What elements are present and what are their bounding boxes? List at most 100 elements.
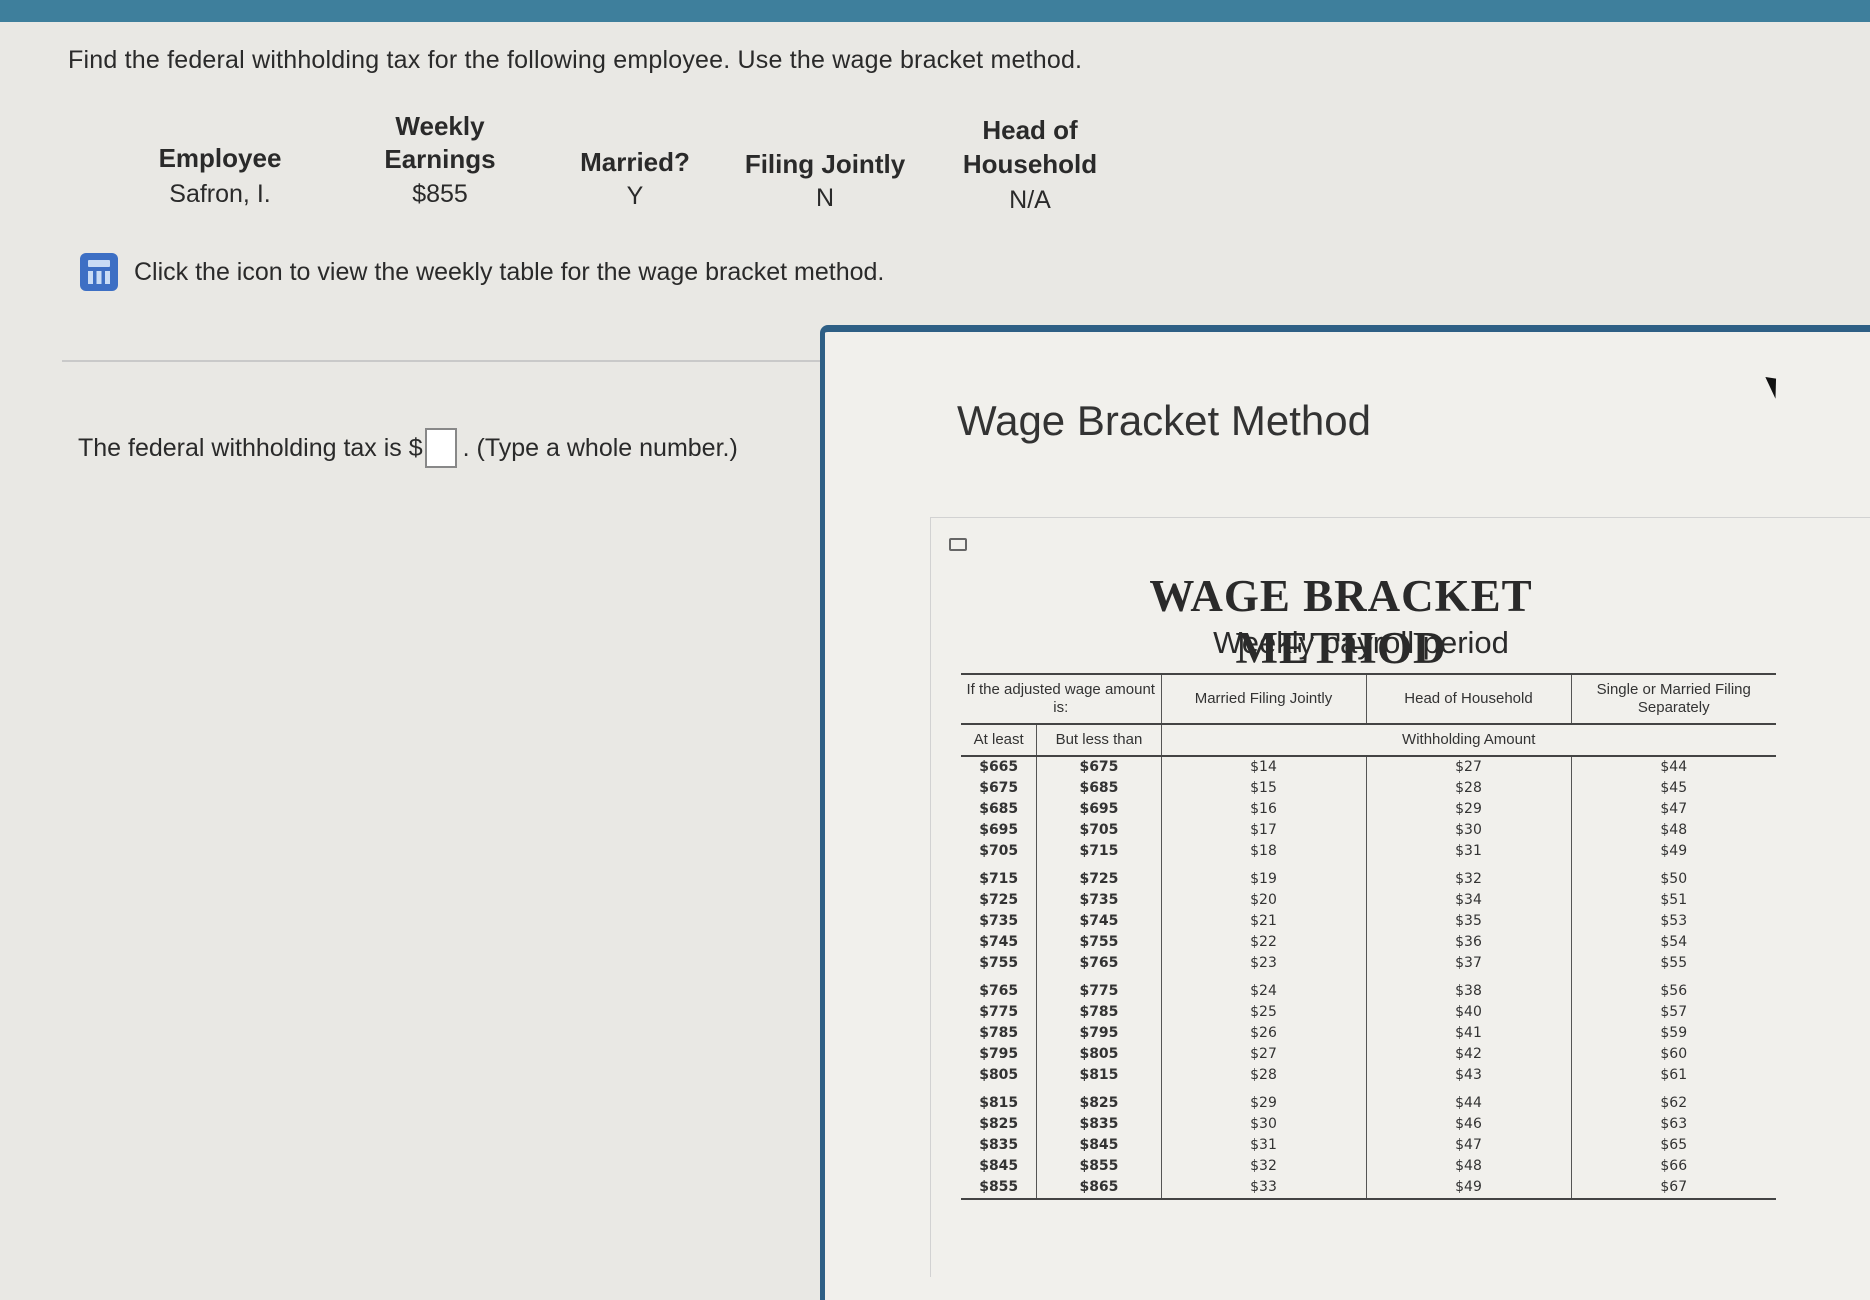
cell-married-jointly: $15 <box>1161 778 1367 799</box>
table-row: $705 $715 $18 $31 $49 <box>961 841 1776 862</box>
table-row: $805 $815 $28 $43 $61 <box>961 1065 1776 1086</box>
cell-single: $59 <box>1660 1025 1688 1041</box>
cell-head-of-household: $27 <box>1366 756 1572 778</box>
cell-earnings: $855 <box>412 180 468 208</box>
table-row: $745 $755 $22 $36 $54 <box>961 932 1776 953</box>
cell-at-least: $675 <box>961 778 1038 799</box>
cell-but-less-than: $805 <box>1036 1044 1162 1065</box>
cell-single: $62 <box>1660 1095 1688 1111</box>
table-row: $785 $795 $26 $41 $59 <box>961 1023 1776 1044</box>
header-filing-jointly: Filing Jointly <box>744 149 906 179</box>
table-row: $855 $865 $33 $49 $67 <box>961 1177 1776 1200</box>
cell-single: $55 <box>1660 955 1688 971</box>
cell-at-least: $775 <box>961 1002 1038 1023</box>
cell-but-less-than: $835 <box>1036 1114 1162 1135</box>
table-row: $755 $765 $23 $37 $55 <box>961 953 1776 974</box>
cell-but-less-than: $855 <box>1036 1156 1162 1177</box>
cell-single: $66 <box>1660 1158 1688 1174</box>
cell-single: $49 <box>1660 843 1688 859</box>
cell-married-jointly: $19 <box>1161 862 1367 890</box>
header-household: Household <box>962 149 1098 179</box>
cell-married-jointly: $18 <box>1161 841 1367 862</box>
cell-at-least: $795 <box>961 1044 1038 1065</box>
cell-single: $48 <box>1660 822 1688 838</box>
header-employee: Employee <box>158 143 282 173</box>
cell-but-less-than: $775 <box>1036 974 1162 1002</box>
cell-but-less-than: $725 <box>1036 862 1162 890</box>
cell-married-jointly: $26 <box>1161 1023 1367 1044</box>
cell-married-jointly: $33 <box>1161 1177 1367 1200</box>
divider <box>62 360 822 362</box>
answer-input[interactable] <box>424 428 457 468</box>
cell-single: $60 <box>1660 1046 1688 1062</box>
cell-at-least: $665 <box>961 756 1038 778</box>
table-row: $825 $835 $30 $46 $63 <box>961 1114 1776 1135</box>
cell-single: $53 <box>1660 913 1688 929</box>
cell-head-of-household: $32 <box>1366 862 1572 890</box>
cell-head-of-household: $43 <box>1366 1065 1572 1086</box>
cell-married-jointly: $29 <box>1161 1086 1367 1114</box>
header-earnings: Earnings <box>384 144 496 174</box>
header-married: Married? <box>580 147 690 177</box>
cell-head-of-household: $35 <box>1366 911 1572 932</box>
cell-head-of-household: $42 <box>1366 1044 1572 1065</box>
cell-head-of-household: $38 <box>1366 974 1572 1002</box>
cell-married-jointly: $22 <box>1161 932 1367 953</box>
cell-single: $50 <box>1660 871 1688 887</box>
cell-but-less-than: $765 <box>1036 953 1162 974</box>
employee-info-table: Employee Weekly Earnings Married? Filing… <box>120 110 1100 220</box>
cell-married-jointly: $28 <box>1161 1065 1367 1086</box>
cell-at-least: $765 <box>961 974 1038 1002</box>
question-text: Find the federal withholding tax for the… <box>68 46 1083 74</box>
cell-at-least: $825 <box>961 1114 1038 1135</box>
cell-head-of-household: $28 <box>1366 778 1572 799</box>
cell-single: $51 <box>1660 892 1688 908</box>
table-row: $835 $845 $31 $47 $65 <box>961 1135 1776 1156</box>
cell-but-less-than: $845 <box>1036 1135 1162 1156</box>
table-frame: WAGE BRACKET METHOD Weekly payroll perio… <box>930 517 1870 1277</box>
col-header-single: Single or Married Filing Separately <box>1571 673 1776 725</box>
cell-at-least: $805 <box>961 1065 1038 1086</box>
cell-head-of-household: $37 <box>1366 953 1572 974</box>
cell-head-of-household: $34 <box>1366 890 1572 911</box>
wage-bracket-popup: Wage Bracket Method WAGE BRACKET METHOD … <box>820 325 1870 1300</box>
cell-at-least: $705 <box>961 841 1038 862</box>
header-weekly: Weekly <box>395 111 485 141</box>
cell-married-jointly: $27 <box>1161 1044 1367 1065</box>
cell-but-less-than: $815 <box>1036 1065 1162 1086</box>
cell-married-jointly: $17 <box>1161 820 1367 841</box>
cell-married-jointly: $24 <box>1161 974 1367 1002</box>
cell-at-least: $715 <box>961 862 1038 890</box>
cell-at-least: $755 <box>961 953 1038 974</box>
cell-at-least: $735 <box>961 911 1038 932</box>
cell-at-least: $745 <box>961 932 1038 953</box>
cell-but-less-than: $695 <box>1036 799 1162 820</box>
window-icon <box>949 538 967 551</box>
cell-at-least: $685 <box>961 799 1038 820</box>
answer-prefix: The federal withholding tax is $ <box>78 433 423 462</box>
cell-single: $47 <box>1660 801 1688 817</box>
cell-at-least: $695 <box>961 820 1038 841</box>
cell-single: $56 <box>1660 983 1688 999</box>
table-row: $815 $825 $29 $44 $62 <box>961 1086 1776 1114</box>
cell-head-of-household: $31 <box>1366 841 1572 862</box>
answer-row: The federal withholding tax is $ . (Type… <box>78 428 738 468</box>
table-row: $735 $745 $21 $35 $53 <box>961 911 1776 932</box>
cell-but-less-than: $715 <box>1036 841 1162 862</box>
cell-married-jointly: $23 <box>1161 953 1367 974</box>
cell-head-of-household: $46 <box>1366 1114 1572 1135</box>
cell-but-less-than: $735 <box>1036 890 1162 911</box>
popup-title: Wage Bracket Method <box>957 397 1371 444</box>
table-row: $725 $735 $20 $34 $51 <box>961 890 1776 911</box>
cell-head-of-household: $47 <box>1366 1135 1572 1156</box>
header-head-of: Head of <box>982 115 1078 145</box>
cell-at-least: $785 <box>961 1023 1038 1044</box>
cell-single: $57 <box>1660 1004 1688 1020</box>
cell-married-jointly: $30 <box>1161 1114 1367 1135</box>
table-row: $765 $775 $24 $38 $56 <box>961 974 1776 1002</box>
cell-married-jointly: $31 <box>1161 1135 1367 1156</box>
calculator-icon[interactable] <box>80 253 118 291</box>
cell-head-of-household: $44 <box>1366 1086 1572 1114</box>
cell-single: $67 <box>1571 1177 1776 1200</box>
cell-married-jointly: $21 <box>1161 911 1367 932</box>
